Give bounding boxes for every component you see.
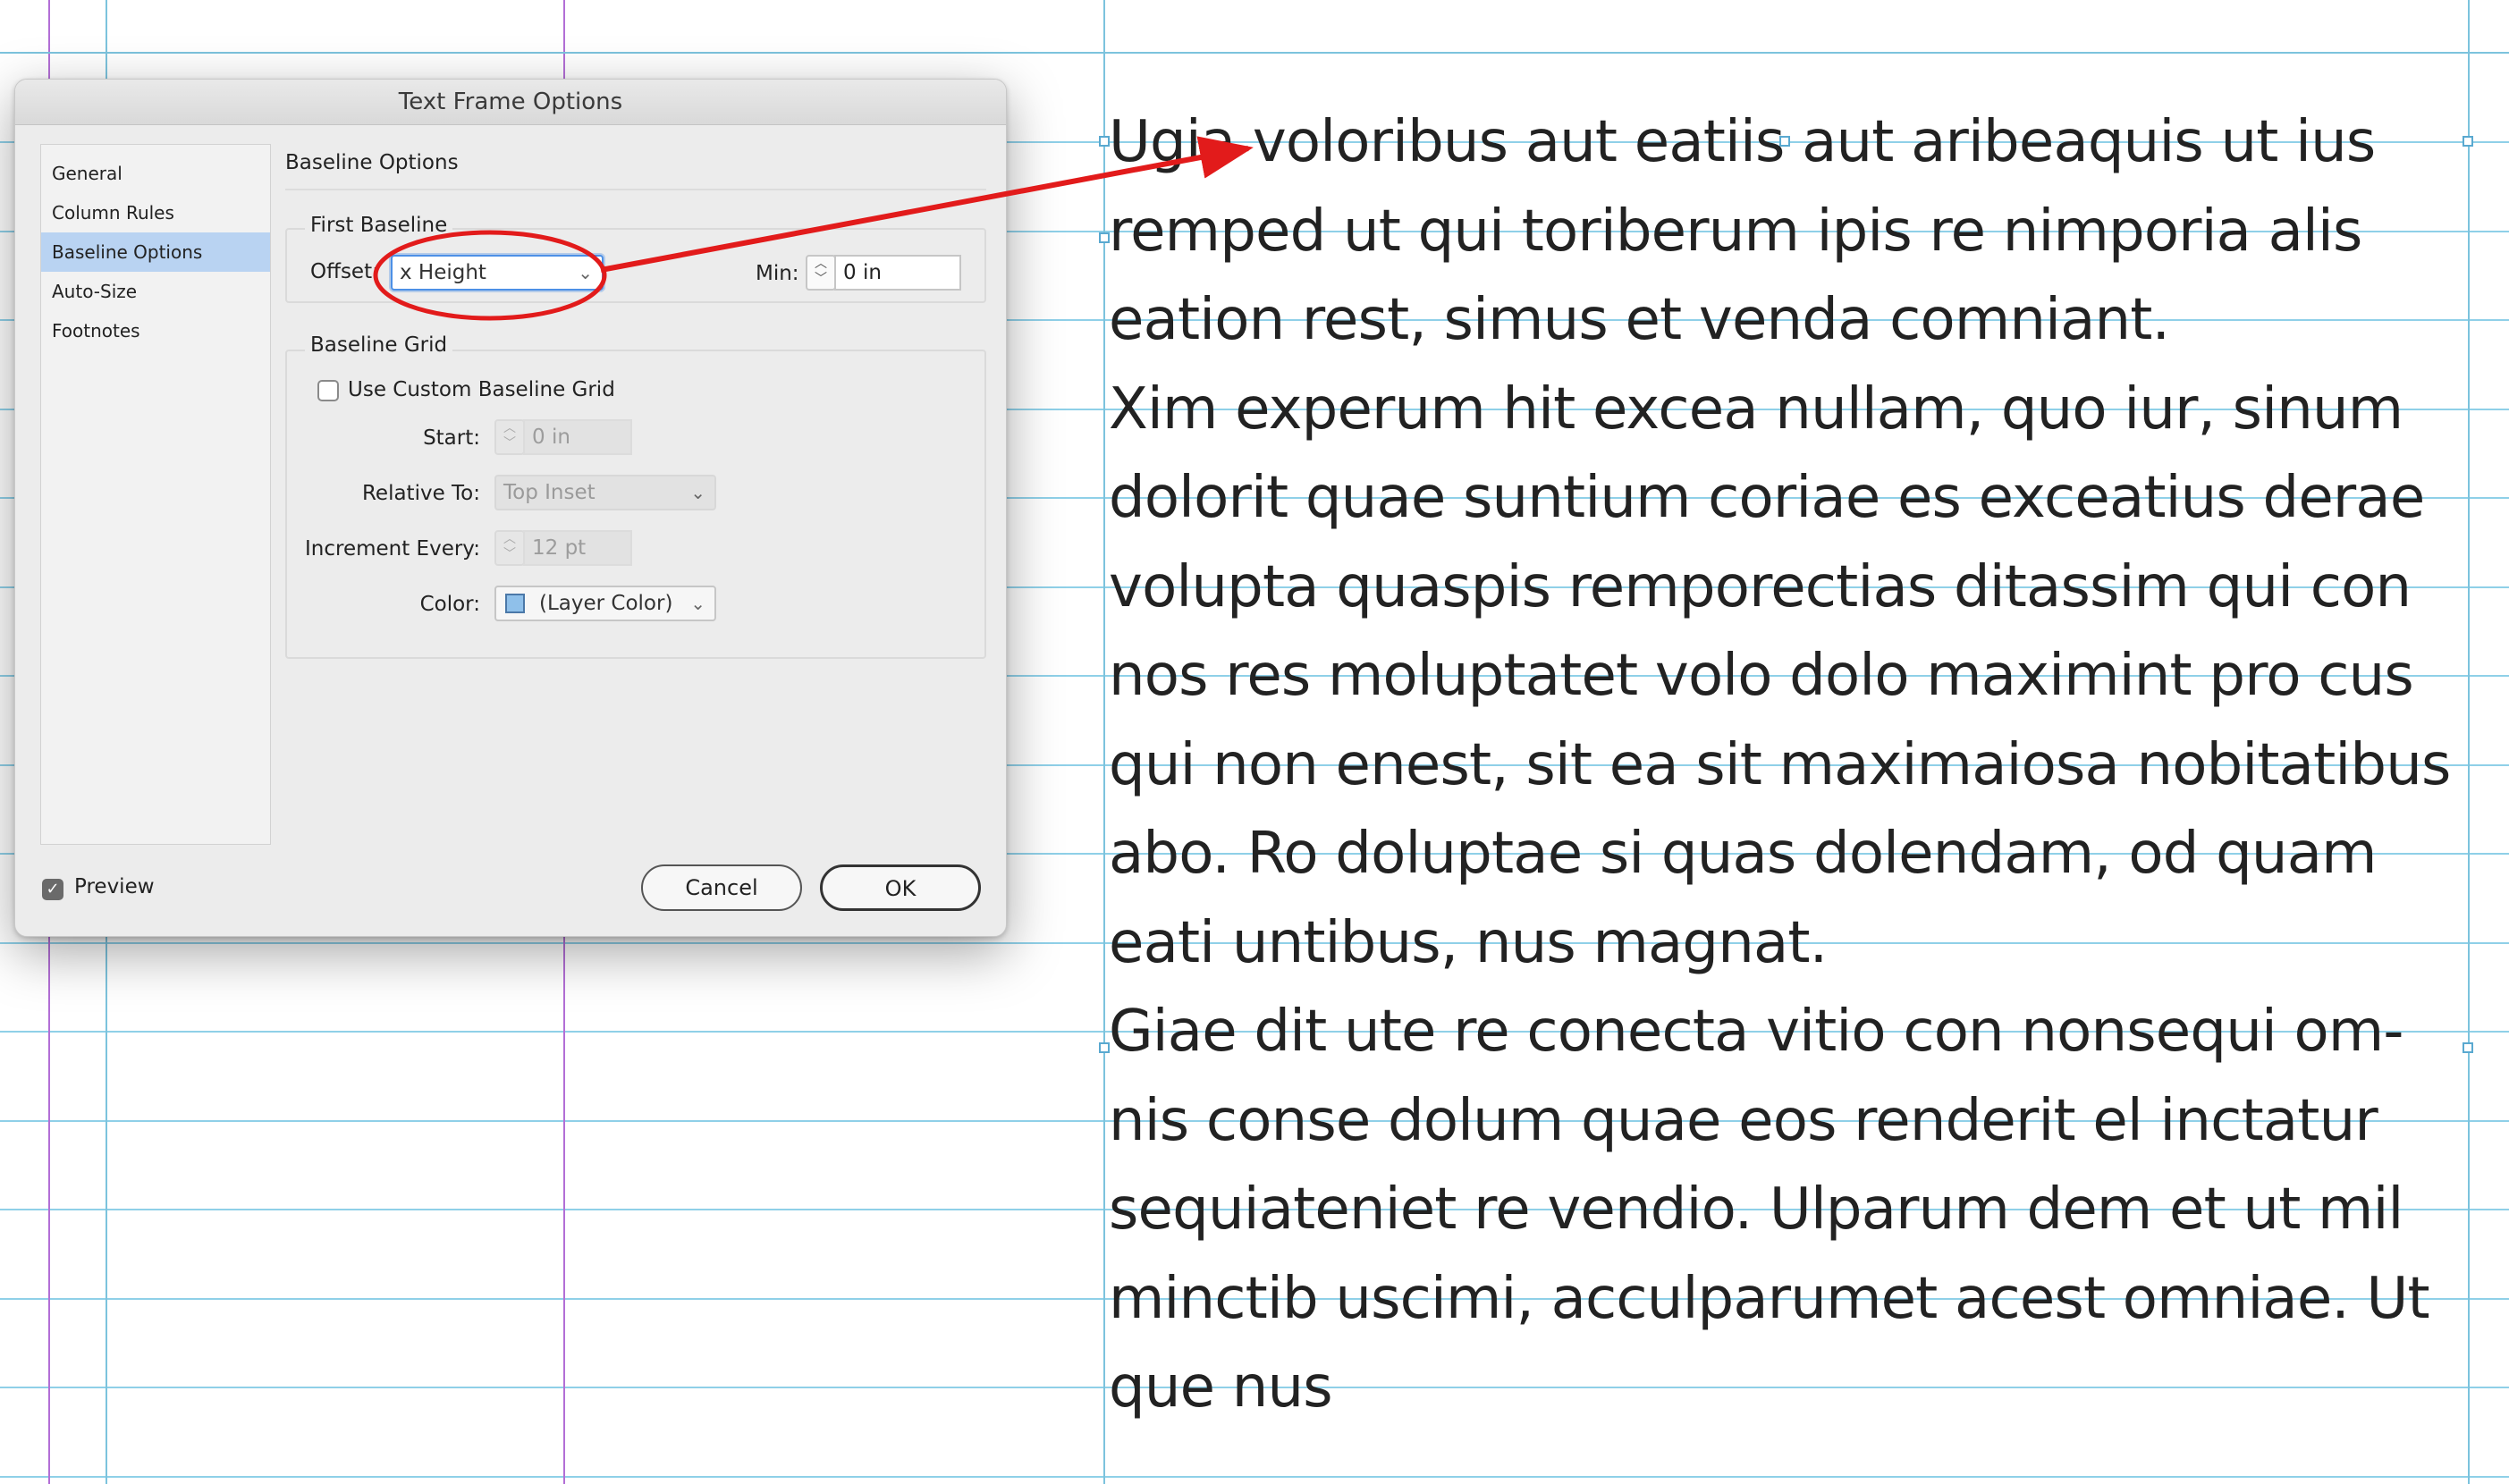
section-title: Baseline Options [285,151,459,174]
text-line: Xim experum hit excea nullam, quo iur, s… [1109,375,2403,443]
color-label: Color: [419,593,480,616]
start-input[interactable]: 0 in [523,419,632,455]
offset-dropdown[interactable]: x Height ⌄ [391,255,604,291]
sidebar-item-footnotes[interactable]: Footnotes [41,311,270,350]
stepper-up-icon: ︿ [503,532,516,546]
first-baseline-legend: First Baseline [305,214,453,237]
ok-button[interactable]: OK [820,864,981,911]
baseline-gridline [0,1476,2509,1478]
start-label: Start: [423,426,480,450]
increment-every-label: Increment Every: [304,537,480,561]
cancel-button[interactable]: Cancel [641,864,802,911]
text-line: eati untibus, nus magnat. [1109,909,1828,976]
sidebar-item-general[interactable]: General [41,154,270,193]
text-line: sequiateniet re vendio. Ulparum dem et u… [1109,1176,2403,1243]
stepper-down-icon: ﹀ [503,547,516,561]
text-line: Giae dit ute re conecta vitio con nonseq… [1109,999,2403,1065]
min-input[interactable]: 0 in [834,255,961,291]
min-label: Min: [756,262,799,285]
paragraph: Ugia voloribus aut eatiis aut aribeaquis… [1109,98,2468,366]
section-divider [285,189,986,190]
offset-value: x Height [400,261,486,284]
sidebar-item-auto-size[interactable]: Auto-Size [41,272,270,311]
stepper-down-icon: ﹀ [815,272,827,286]
relative-to-dropdown[interactable]: Top Inset ⌄ [494,475,716,510]
text-frame-options-dialog: Text Frame Options General Column Rules … [14,79,1007,937]
chevron-down-icon: ⌄ [578,262,593,283]
preview-checkbox[interactable]: ✓ [42,879,63,900]
baseline-grid-legend: Baseline Grid [305,333,453,357]
text-frame-left-edge [1103,0,1105,1484]
start-stepper[interactable]: ︿ ﹀ [494,419,525,455]
text-line: remped ut qui toriberum ipis re nimporia… [1109,198,2362,265]
text-line: minctib uscimi, acculparumet acest omnia… [1109,1265,2430,1332]
text-line: dolorit quae suntium coriae es exceatius… [1109,465,2425,531]
text-line: nis conse dolum quae eos renderit el inc… [1109,1087,2378,1154]
sidebar-item-column-rules[interactable]: Column Rules [41,193,270,232]
text-line: abo. Ro doluptae si quas dolendam, od qu… [1109,821,2377,887]
chevron-down-icon: ⌄ [690,482,705,503]
color-value: (Layer Color) [539,592,673,615]
increment-input[interactable]: 12 pt [523,530,632,566]
paragraph: Xim experum hit excea nullam, quo iur, s… [1109,366,2468,989]
text-line: eation rest, simus et venda comniant. [1109,287,2170,353]
increment-stepper[interactable]: ︿ ﹀ [494,530,525,566]
stepper-up-icon: ︿ [815,257,827,271]
stepper-up-icon: ︿ [503,421,516,435]
body-text: Ugia voloribus aut eatiis aut aribeaquis… [1109,98,2468,1433]
dialog-title: Text Frame Options [15,80,1006,125]
relative-to-label: Relative To: [361,482,480,505]
layer-color-swatch [505,594,525,613]
text-line: que nus [1109,1354,1333,1421]
text-frame[interactable]: Ugia voloribus aut eatiis aut aribeaquis… [1109,98,2468,1433]
relative-to-value: Top Inset [503,481,596,504]
color-dropdown[interactable]: (Layer Color) ⌄ [494,586,716,621]
paragraph: Giae dit ute re conecta vitio con nonseq… [1109,988,2468,1433]
options-sidebar: General Column Rules Baseline Options Au… [40,144,271,845]
text-line: Ugia voloribus aut eatiis aut aribeaquis… [1109,109,2376,175]
chevron-down-icon: ⌄ [690,593,705,614]
sidebar-item-baseline-options[interactable]: Baseline Options [41,232,270,272]
text-line: volupta quaspis remporectias ditassim qu… [1109,553,2412,620]
top-margin-guide [0,52,2509,54]
text-line: qui non enest, sit ea sit maximaiosa nob… [1109,731,2451,798]
use-custom-baseline-label: Use Custom Baseline Grid [348,378,615,401]
use-custom-baseline-checkbox[interactable] [317,380,339,401]
stepper-down-icon: ﹀ [503,436,516,451]
offset-label: Offset: [310,260,379,283]
preview-label: Preview [74,875,155,898]
text-line: nos res moluptatet volo dolo maximint pr… [1109,643,2414,709]
min-stepper[interactable]: ︿ ﹀ [806,255,836,291]
text-frame-right-edge [2468,0,2470,1484]
